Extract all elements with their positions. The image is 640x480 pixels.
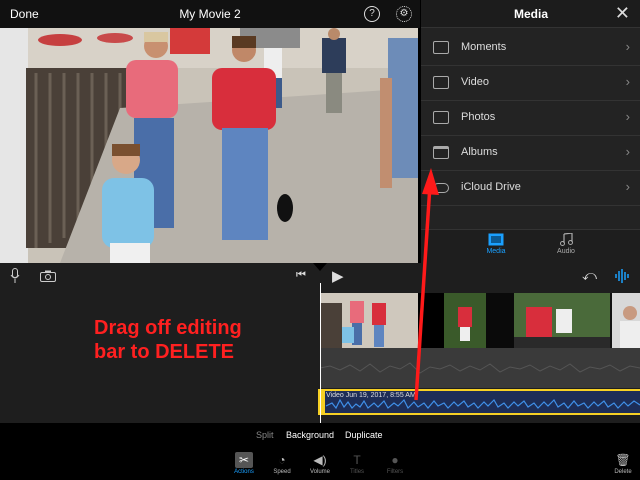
- help-button[interactable]: ?: [364, 6, 380, 22]
- tab-label: Media: [486, 248, 506, 255]
- media-item-moments[interactable]: Moments ›: [421, 31, 640, 66]
- tool-speed[interactable]: ◔ Speed: [264, 452, 300, 475]
- tab-media[interactable]: Media: [471, 233, 521, 255]
- media-tab-icon: [488, 233, 504, 246]
- titles-icon: T: [353, 453, 361, 467]
- gear-icon[interactable]: ⚙: [396, 6, 412, 22]
- tool-label: Delete: [614, 469, 632, 475]
- media-item-icloud-drive[interactable]: iCloud Drive ›: [421, 171, 640, 206]
- chevron-right-icon: ›: [625, 144, 630, 159]
- waveform-icon[interactable]: [614, 268, 630, 284]
- video-preview[interactable]: [0, 28, 418, 263]
- media-item-label: Photos: [461, 111, 496, 123]
- action-bar: Split Background Duplicate ✂ Actions ◔ S…: [0, 423, 640, 480]
- tool-actions[interactable]: ✂ Actions: [226, 452, 262, 475]
- video-clip-thumbnails: [320, 293, 640, 348]
- chevron-right-icon: ›: [625, 74, 630, 89]
- media-item-albums[interactable]: Albums ›: [421, 136, 640, 171]
- camera-icon[interactable]: [40, 270, 56, 282]
- speaker-icon: ◀): [313, 453, 327, 467]
- media-item-photos[interactable]: Photos ›: [421, 101, 640, 136]
- audio-waveform: [325, 398, 640, 410]
- duplicate-option[interactable]: Duplicate: [345, 430, 383, 440]
- timeline[interactable]: ⏮ ▶ ⤺ Video Jun 19, 2017, 8:55 AM Drag o…: [0, 263, 640, 423]
- annotation-line-2: bar to DELETE: [94, 341, 235, 363]
- media-item-label: Moments: [461, 41, 507, 53]
- video-clip-track[interactable]: [320, 293, 640, 348]
- annotation-text: Drag off editing bar to DELETE: [94, 316, 324, 364]
- playhead-marker: [313, 263, 327, 271]
- undo-icon[interactable]: ⤺: [582, 267, 597, 284]
- chevron-right-icon: ›: [625, 39, 630, 54]
- preview-frame-image: [0, 28, 418, 263]
- albums-icon: [433, 146, 449, 159]
- media-item-label: Video: [461, 76, 489, 88]
- audio-waveform-background: [320, 348, 640, 388]
- media-tab-bar: Media Audio: [421, 229, 640, 263]
- background-waveform: [320, 362, 640, 374]
- trash-icon: 🗑: [615, 453, 631, 467]
- tool-delete[interactable]: 🗑 Delete: [608, 452, 638, 475]
- tool-label: Filters: [386, 469, 404, 475]
- cloud-icon: [433, 183, 449, 193]
- media-panel: Media ✕ Moments › Video › Photos › Album…: [420, 0, 640, 263]
- chevron-right-icon: ›: [625, 109, 630, 124]
- video-icon: [433, 76, 449, 89]
- tool-label: Volume: [309, 469, 330, 475]
- tool-label: Titles: [349, 469, 365, 475]
- photos-icon: [433, 111, 449, 124]
- scissors-icon: ✂: [235, 452, 253, 468]
- music-note-icon: [560, 233, 573, 246]
- close-icon[interactable]: ✕: [615, 3, 630, 24]
- movie-title: My Movie 2: [179, 7, 241, 21]
- tab-label: Audio: [557, 248, 575, 255]
- microphone-icon[interactable]: [10, 268, 20, 284]
- selected-audio-clip[interactable]: Video Jun 19, 2017, 8:55 AM: [318, 389, 640, 415]
- tool-titles[interactable]: T Titles: [339, 452, 375, 475]
- media-item-label: Albums: [461, 146, 498, 158]
- top-bar: Done My Movie 2 ? ⚙: [0, 0, 420, 28]
- media-item-label: iCloud Drive: [461, 181, 521, 193]
- rewind-icon[interactable]: ⏮: [296, 269, 306, 282]
- tab-audio[interactable]: Audio: [541, 233, 591, 255]
- media-header: Media ✕: [421, 0, 640, 28]
- tool-label: Actions: [234, 469, 254, 475]
- tool-filters[interactable]: ● Filters: [377, 452, 413, 475]
- tool-label: Speed: [273, 469, 291, 475]
- tool-volume[interactable]: ◀) Volume: [302, 452, 338, 475]
- speedometer-icon: ◔: [278, 453, 286, 467]
- filters-icon: ●: [391, 453, 399, 467]
- media-item-video[interactable]: Video ›: [421, 66, 640, 101]
- play-icon[interactable]: ▶: [332, 267, 344, 285]
- media-title: Media: [513, 7, 548, 21]
- moments-icon: [433, 41, 449, 54]
- background-option[interactable]: Background: [286, 430, 334, 440]
- chevron-right-icon: ›: [625, 179, 630, 194]
- annotation-line-1: Drag off editing: [94, 317, 242, 339]
- split-option[interactable]: Split: [256, 430, 274, 440]
